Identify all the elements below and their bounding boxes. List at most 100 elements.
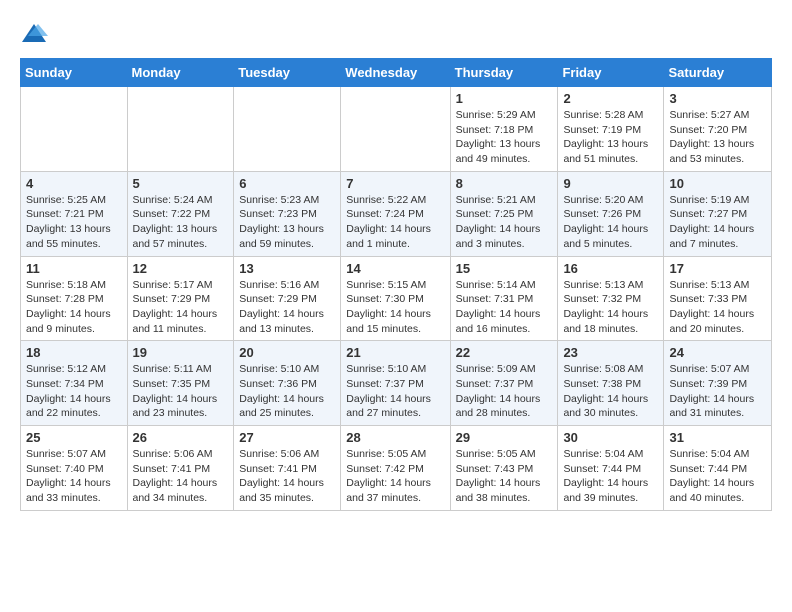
day-number: 19 bbox=[133, 345, 229, 360]
calendar-cell: 9 Sunrise: 5:20 AM Sunset: 7:26 PM Daylig… bbox=[558, 171, 664, 256]
weekday-header: Thursday bbox=[450, 59, 558, 87]
calendar-cell: 31 Sunrise: 5:04 AM Sunset: 7:44 PM Dayli… bbox=[664, 426, 772, 511]
calendar-cell: 29Sunrise: 5:05 AM Sunset: 7:43 PM Dayli… bbox=[450, 426, 558, 511]
calendar-cell: 7 Sunrise: 5:22 AM Sunset: 7:24 PM Daylig… bbox=[341, 171, 450, 256]
day-number: 15 bbox=[456, 261, 553, 276]
day-number: 8 bbox=[456, 176, 553, 191]
day-number: 23 bbox=[563, 345, 658, 360]
calendar-week-row: 25 Sunrise: 5:07 AM Sunset: 7:40 PM Dayli… bbox=[21, 426, 772, 511]
day-info: Sunrise: 5:22 AM Sunset: 7:24 PM Dayligh… bbox=[346, 193, 444, 252]
day-info: Sunrise: 5:20 AM Sunset: 7:26 PM Dayligh… bbox=[563, 193, 658, 252]
day-info: Sunrise: 5:15 AM Sunset: 7:30 PM Dayligh… bbox=[346, 278, 444, 337]
day-number: 20 bbox=[239, 345, 335, 360]
day-number: 12 bbox=[133, 261, 229, 276]
day-number: 13 bbox=[239, 261, 335, 276]
day-info: Sunrise: 5:24 AM Sunset: 7:22 PM Dayligh… bbox=[133, 193, 229, 252]
weekday-header: Saturday bbox=[664, 59, 772, 87]
day-info: Sunrise: 5:18 AM Sunset: 7:28 PM Dayligh… bbox=[26, 278, 122, 337]
day-info: Sunrise: 5:28 AM Sunset: 7:19 PM Dayligh… bbox=[563, 108, 658, 167]
calendar-cell: 30 Sunrise: 5:04 AM Sunset: 7:44 PM Dayli… bbox=[558, 426, 664, 511]
weekday-header: Tuesday bbox=[234, 59, 341, 87]
day-info: Sunrise: 5:07 AM Sunset: 7:39 PM Dayligh… bbox=[669, 362, 766, 421]
calendar-cell: 10 Sunrise: 5:19 AM Sunset: 7:27 PM Dayli… bbox=[664, 171, 772, 256]
calendar-cell: 19 Sunrise: 5:11 AM Sunset: 7:35 PM Dayli… bbox=[127, 341, 234, 426]
calendar-cell: 18Sunrise: 5:12 AM Sunset: 7:34 PM Dayli… bbox=[21, 341, 128, 426]
calendar-cell: 14Sunrise: 5:15 AM Sunset: 7:30 PM Dayli… bbox=[341, 256, 450, 341]
logo-icon bbox=[20, 20, 48, 48]
day-number: 30 bbox=[563, 430, 658, 445]
day-info: Sunrise: 5:09 AM Sunset: 7:37 PM Dayligh… bbox=[456, 362, 553, 421]
calendar-cell: 2 Sunrise: 5:28 AM Sunset: 7:19 PM Daylig… bbox=[558, 87, 664, 172]
day-info: Sunrise: 5:10 AM Sunset: 7:36 PM Dayligh… bbox=[239, 362, 335, 421]
day-number: 27 bbox=[239, 430, 335, 445]
calendar-cell: 20 Sunrise: 5:10 AM Sunset: 7:36 PM Dayli… bbox=[234, 341, 341, 426]
day-number: 2 bbox=[563, 91, 658, 106]
day-info: Sunrise: 5:11 AM Sunset: 7:35 PM Dayligh… bbox=[133, 362, 229, 421]
calendar-week-row: 11Sunrise: 5:18 AM Sunset: 7:28 PM Dayli… bbox=[21, 256, 772, 341]
day-info: Sunrise: 5:14 AM Sunset: 7:31 PM Dayligh… bbox=[456, 278, 553, 337]
calendar-week-row: 1 Sunrise: 5:29 AM Sunset: 7:18 PM Daylig… bbox=[21, 87, 772, 172]
day-info: Sunrise: 5:07 AM Sunset: 7:40 PM Dayligh… bbox=[26, 447, 122, 506]
day-info: Sunrise: 5:13 AM Sunset: 7:32 PM Dayligh… bbox=[563, 278, 658, 337]
day-number: 24 bbox=[669, 345, 766, 360]
day-number: 3 bbox=[669, 91, 766, 106]
calendar-cell: 22 Sunrise: 5:09 AM Sunset: 7:37 PM Dayli… bbox=[450, 341, 558, 426]
page-header bbox=[20, 20, 772, 48]
day-info: Sunrise: 5:16 AM Sunset: 7:29 PM Dayligh… bbox=[239, 278, 335, 337]
calendar-cell bbox=[127, 87, 234, 172]
calendar-week-row: 18Sunrise: 5:12 AM Sunset: 7:34 PM Dayli… bbox=[21, 341, 772, 426]
day-number: 5 bbox=[133, 176, 229, 191]
day-info: Sunrise: 5:12 AM Sunset: 7:34 PM Dayligh… bbox=[26, 362, 122, 421]
day-number: 1 bbox=[456, 91, 553, 106]
day-number: 10 bbox=[669, 176, 766, 191]
day-number: 26 bbox=[133, 430, 229, 445]
weekday-header: Friday bbox=[558, 59, 664, 87]
calendar-cell: 27Sunrise: 5:06 AM Sunset: 7:41 PM Dayli… bbox=[234, 426, 341, 511]
calendar-cell: 1 Sunrise: 5:29 AM Sunset: 7:18 PM Daylig… bbox=[450, 87, 558, 172]
day-info: Sunrise: 5:05 AM Sunset: 7:43 PM Dayligh… bbox=[456, 447, 553, 506]
calendar-cell: 5 Sunrise: 5:24 AM Sunset: 7:22 PM Daylig… bbox=[127, 171, 234, 256]
weekday-header: Sunday bbox=[21, 59, 128, 87]
calendar-cell: 15 Sunrise: 5:14 AM Sunset: 7:31 PM Dayli… bbox=[450, 256, 558, 341]
calendar-cell bbox=[341, 87, 450, 172]
weekday-header-row: SundayMondayTuesdayWednesdayThursdayFrid… bbox=[21, 59, 772, 87]
calendar-cell: 6Sunrise: 5:23 AM Sunset: 7:23 PM Daylig… bbox=[234, 171, 341, 256]
day-info: Sunrise: 5:04 AM Sunset: 7:44 PM Dayligh… bbox=[563, 447, 658, 506]
day-info: Sunrise: 5:04 AM Sunset: 7:44 PM Dayligh… bbox=[669, 447, 766, 506]
day-info: Sunrise: 5:21 AM Sunset: 7:25 PM Dayligh… bbox=[456, 193, 553, 252]
calendar-table: SundayMondayTuesdayWednesdayThursdayFrid… bbox=[20, 58, 772, 511]
day-number: 31 bbox=[669, 430, 766, 445]
day-info: Sunrise: 5:29 AM Sunset: 7:18 PM Dayligh… bbox=[456, 108, 553, 167]
day-number: 7 bbox=[346, 176, 444, 191]
logo bbox=[20, 20, 52, 48]
calendar-cell bbox=[234, 87, 341, 172]
calendar-cell: 26 Sunrise: 5:06 AM Sunset: 7:41 PM Dayli… bbox=[127, 426, 234, 511]
day-number: 4 bbox=[26, 176, 122, 191]
day-number: 28 bbox=[346, 430, 444, 445]
day-number: 17 bbox=[669, 261, 766, 276]
calendar-cell: 17 Sunrise: 5:13 AM Sunset: 7:33 PM Dayli… bbox=[664, 256, 772, 341]
calendar-cell: 12Sunrise: 5:17 AM Sunset: 7:29 PM Dayli… bbox=[127, 256, 234, 341]
weekday-header: Monday bbox=[127, 59, 234, 87]
calendar-cell: 28 Sunrise: 5:05 AM Sunset: 7:42 PM Dayli… bbox=[341, 426, 450, 511]
calendar-cell: 13 Sunrise: 5:16 AM Sunset: 7:29 PM Dayli… bbox=[234, 256, 341, 341]
calendar-cell: 11Sunrise: 5:18 AM Sunset: 7:28 PM Dayli… bbox=[21, 256, 128, 341]
day-number: 9 bbox=[563, 176, 658, 191]
calendar-cell: 25 Sunrise: 5:07 AM Sunset: 7:40 PM Dayli… bbox=[21, 426, 128, 511]
day-number: 21 bbox=[346, 345, 444, 360]
calendar-cell bbox=[21, 87, 128, 172]
day-number: 22 bbox=[456, 345, 553, 360]
day-number: 25 bbox=[26, 430, 122, 445]
day-info: Sunrise: 5:05 AM Sunset: 7:42 PM Dayligh… bbox=[346, 447, 444, 506]
calendar-cell: 4 Sunrise: 5:25 AM Sunset: 7:21 PM Daylig… bbox=[21, 171, 128, 256]
calendar-week-row: 4 Sunrise: 5:25 AM Sunset: 7:21 PM Daylig… bbox=[21, 171, 772, 256]
day-info: Sunrise: 5:08 AM Sunset: 7:38 PM Dayligh… bbox=[563, 362, 658, 421]
calendar-cell: 23 Sunrise: 5:08 AM Sunset: 7:38 PM Dayli… bbox=[558, 341, 664, 426]
day-info: Sunrise: 5:25 AM Sunset: 7:21 PM Dayligh… bbox=[26, 193, 122, 252]
calendar-cell: 24 Sunrise: 5:07 AM Sunset: 7:39 PM Dayli… bbox=[664, 341, 772, 426]
day-info: Sunrise: 5:27 AM Sunset: 7:20 PM Dayligh… bbox=[669, 108, 766, 167]
day-info: Sunrise: 5:19 AM Sunset: 7:27 PM Dayligh… bbox=[669, 193, 766, 252]
day-number: 6 bbox=[239, 176, 335, 191]
day-info: Sunrise: 5:13 AM Sunset: 7:33 PM Dayligh… bbox=[669, 278, 766, 337]
day-info: Sunrise: 5:06 AM Sunset: 7:41 PM Dayligh… bbox=[133, 447, 229, 506]
